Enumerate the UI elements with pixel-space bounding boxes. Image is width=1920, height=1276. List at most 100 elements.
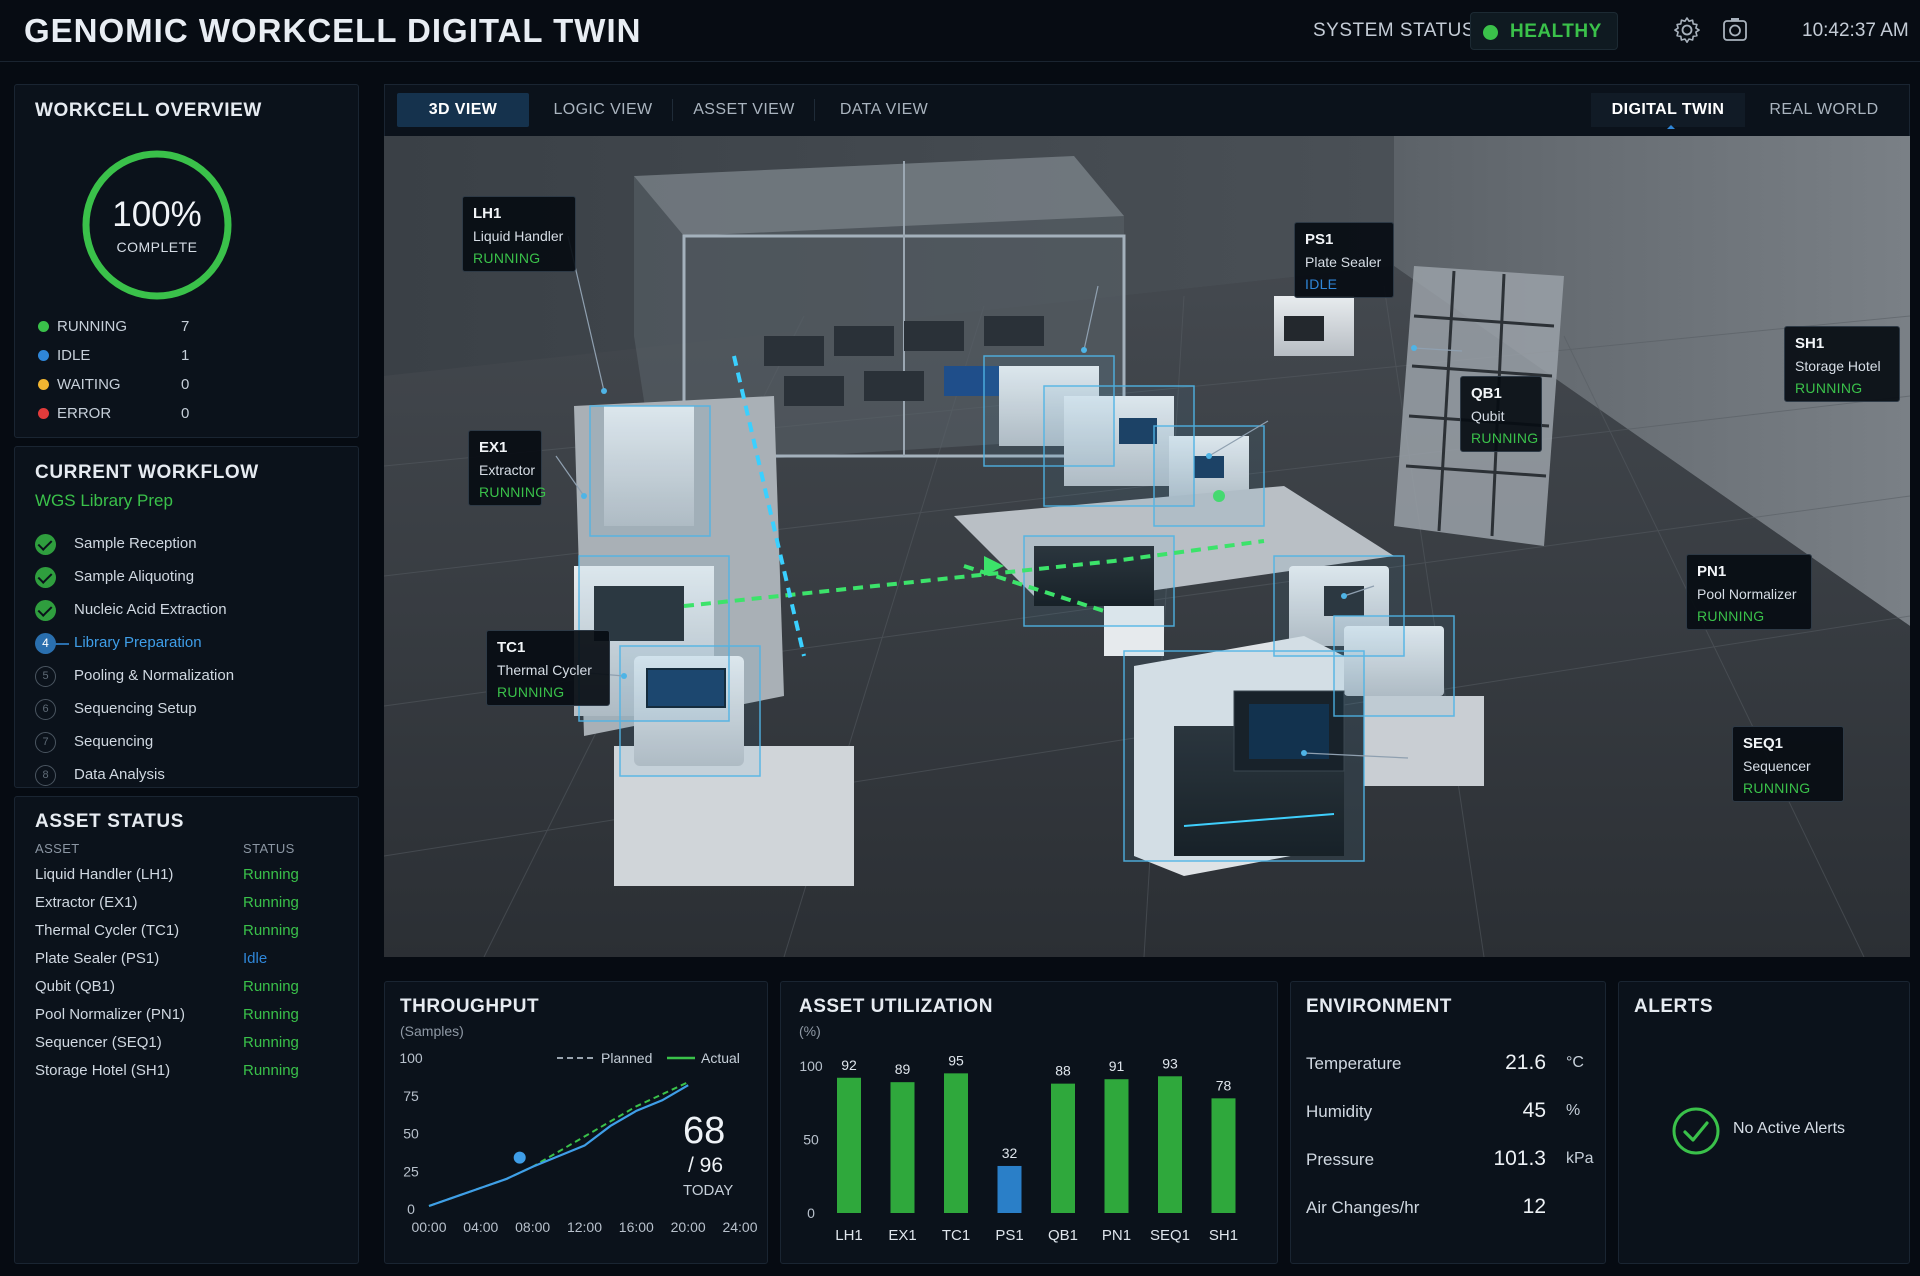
y-tick-label: 100 — [399, 1050, 423, 1066]
callout-status: RUNNING — [497, 684, 565, 700]
alerts-message: No Active Alerts — [1733, 1120, 1846, 1137]
column-header-status: STATUS — [243, 841, 295, 856]
workflow-step-label: Pooling & Normalization — [74, 667, 235, 684]
stat-label: ERROR — [57, 405, 112, 422]
callout-id: PS1 — [1305, 231, 1334, 248]
workflow-step[interactable]: 6 Sequencing Setup — [35, 698, 355, 722]
callout-qb1[interactable]: QB1 Qubit RUNNING — [1460, 376, 1542, 452]
callout-status: RUNNING — [1795, 380, 1863, 396]
waiting-dot-icon — [38, 379, 49, 390]
bar-seq1[interactable] — [1158, 1076, 1182, 1213]
asset-status: Running — [243, 922, 299, 939]
environment-row: Temperature 21.6 °C — [1306, 1051, 1606, 1079]
callout-seq1[interactable]: SEQ1 Sequencer RUNNING — [1732, 726, 1844, 802]
series-actual-line — [428, 1084, 689, 1208]
bar-tc1[interactable] — [944, 1073, 968, 1213]
table-row[interactable]: Plate Sealer (PS1) Idle — [35, 950, 335, 972]
category-label: SEQ1 — [1150, 1227, 1190, 1244]
workflow-step[interactable]: 8 Data Analysis — [35, 764, 355, 788]
legend-actual-label: Actual — [701, 1050, 740, 1066]
completion-label: COMPLETE — [116, 239, 198, 255]
tab-logic-view[interactable]: LOGIC VIEW — [533, 93, 673, 127]
workflow-step[interactable]: 5 Pooling & Normalization — [35, 665, 355, 689]
callout-status: RUNNING — [1743, 780, 1811, 796]
workflow-step-label: Sample Aliquoting — [74, 568, 195, 585]
callout-ps1[interactable]: PS1 Plate Sealer IDLE — [1294, 222, 1394, 298]
y-tick-label: 100 — [799, 1058, 823, 1074]
bar-value-label: 95 — [948, 1052, 964, 1068]
check-icon — [35, 600, 56, 621]
callout-id: EX1 — [479, 439, 508, 456]
table-row[interactable]: Sequencer (SEQ1) Running — [35, 1034, 335, 1056]
stat-label: WAITING — [57, 376, 121, 393]
environment-row: Humidity 45% — [1306, 1099, 1606, 1127]
callout-ex1[interactable]: EX1 Extractor RUNNING — [468, 430, 546, 506]
table-row[interactable]: Thermal Cycler (TC1) Running — [35, 922, 335, 944]
workflow-step[interactable]: Nucleic Acid Extraction — [35, 599, 355, 623]
bar-value-label: 93 — [1162, 1055, 1178, 1071]
table-row[interactable]: Qubit (QB1) Running — [35, 978, 335, 1000]
table-row[interactable]: Pool Normalizer (PN1) Running — [35, 1006, 335, 1028]
panel-title: CURRENT WORKFLOW — [35, 462, 259, 483]
camera-icon[interactable] — [1720, 15, 1750, 45]
asset-status: Running — [243, 1034, 299, 1051]
bar-sh1[interactable] — [1211, 1098, 1236, 1213]
bar-qb1[interactable] — [1051, 1083, 1075, 1213]
y-tick-label: 25 — [403, 1163, 419, 1179]
callout-sh1[interactable]: SH1 Storage Hotel RUNNING — [1784, 326, 1900, 402]
stat-error: ERROR 0 — [35, 403, 189, 425]
callout-pn1[interactable]: PN1 Pool Normalizer RUNNING — [1686, 554, 1812, 630]
callout-tc1[interactable]: TC1 Thermal Cycler RUNNING — [486, 630, 610, 706]
bar-pn1[interactable] — [1104, 1079, 1129, 1213]
bar-value-label: 92 — [841, 1057, 857, 1073]
running-dot-icon — [38, 321, 49, 332]
bar-ps1[interactable] — [997, 1165, 1022, 1213]
3d-viewport[interactable]: LH1 Liquid Handler RUNNING PS1 Plate Sea… — [384, 136, 1910, 957]
check-icon — [35, 534, 56, 555]
workflow-step[interactable]: 4 Library Preparation — [35, 632, 355, 656]
stat-value: 7 — [181, 318, 190, 335]
bar-value-label: 78 — [1216, 1077, 1232, 1093]
card-title: ENVIRONMENT — [1306, 996, 1452, 1017]
bar-ex1[interactable] — [890, 1082, 915, 1213]
category-label: TC1 — [942, 1227, 970, 1244]
table-row[interactable]: Liquid Handler (LH1) Running — [35, 866, 335, 888]
tab-3d-view[interactable]: 3D VIEW — [397, 93, 529, 127]
workflow-step[interactable]: 7 Sequencing — [35, 731, 355, 755]
bar-lh1[interactable] — [837, 1077, 861, 1213]
callout-lh1[interactable]: LH1 Liquid Handler RUNNING — [462, 196, 576, 272]
tab-data-view[interactable]: DATA VIEW — [815, 93, 953, 127]
tab-asset-view[interactable]: ASSET VIEW — [673, 93, 815, 127]
workcell-overview-panel: WORKCELL OVERVIEW 100% COMPLETE RUNNING … — [14, 84, 359, 438]
callout-status: RUNNING — [1697, 608, 1765, 624]
asset-status-panel: ASSET STATUS ASSET STATUS Liquid Handler… — [14, 796, 359, 1264]
alerts-panel: ALERTS No Active Alerts — [1618, 981, 1910, 1264]
tab-real-world[interactable]: REAL WORLD — [1747, 93, 1901, 127]
callout-name: Pool Normalizer — [1697, 586, 1797, 602]
check-icon — [35, 567, 56, 588]
asset-name: Qubit (QB1) — [35, 978, 116, 995]
table-row[interactable]: Storage Hotel (SH1) Running — [35, 1062, 335, 1084]
callout-id: PN1 — [1697, 563, 1727, 580]
app-title: GENOMIC WORKCELL DIGITAL TWIN — [24, 12, 642, 49]
callout-status: IDLE — [1305, 276, 1338, 292]
callout-status: RUNNING — [473, 250, 541, 266]
error-dot-icon — [38, 408, 49, 419]
workflow-step[interactable]: Sample Reception — [35, 533, 355, 557]
system-status-badge[interactable]: HEALTHY — [1470, 12, 1618, 50]
tab-digital-twin[interactable]: DIGITAL TWIN — [1591, 93, 1745, 129]
x-tick-label: 12:00 — [567, 1219, 602, 1235]
workflow-step[interactable]: Sample Aliquoting — [35, 566, 355, 590]
x-tick-label: 16:00 — [619, 1219, 654, 1235]
category-label: PS1 — [995, 1227, 1023, 1244]
step-number-icon: 5 — [35, 666, 56, 687]
gear-icon[interactable] — [1672, 15, 1702, 45]
asset-status: Running — [243, 1062, 299, 1079]
app-header: GENOMIC WORKCELL DIGITAL TWIN SYSTEM STA… — [0, 0, 1920, 62]
check-circle-icon — [1672, 1107, 1720, 1155]
callout-status: RUNNING — [1471, 430, 1539, 446]
panel-title: WORKCELL OVERVIEW — [35, 100, 262, 121]
table-row[interactable]: Extractor (EX1) Running — [35, 894, 335, 916]
system-status-value: HEALTHY — [1510, 21, 1602, 42]
legend-planned-label: Planned — [601, 1050, 652, 1066]
